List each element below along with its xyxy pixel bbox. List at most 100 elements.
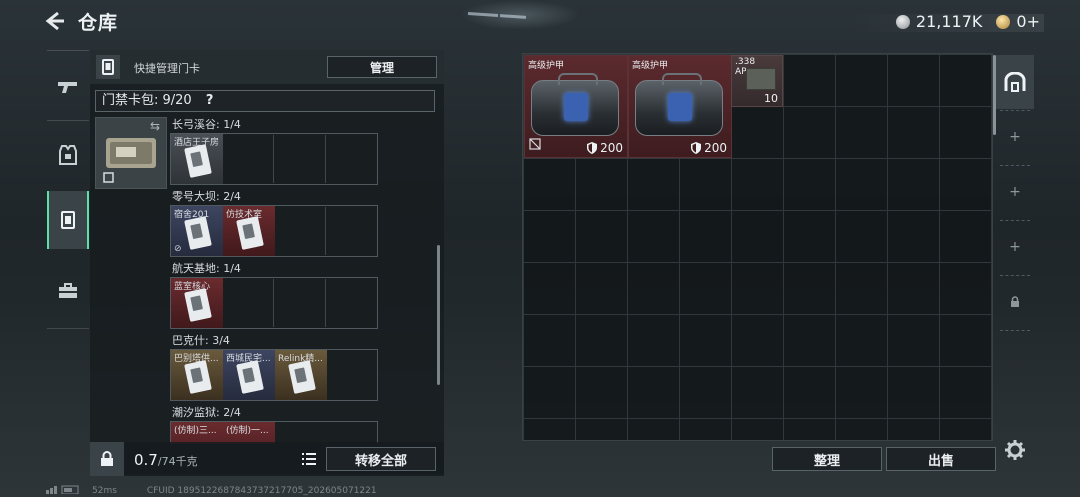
armor-bag-image [635, 73, 723, 136]
settings-button[interactable] [1004, 439, 1026, 461]
empty-slot[interactable] [223, 279, 274, 327]
group-label: 零号大坝: 2/4 [172, 190, 241, 203]
warehouse-icon [1004, 72, 1026, 92]
shield-icon [691, 142, 702, 154]
sort-button[interactable]: 整理 [772, 447, 882, 471]
tab-toolbox[interactable] [47, 262, 89, 320]
tab-weapons[interactable] [47, 58, 89, 116]
gun-icon [58, 82, 77, 93]
empty-slot[interactable] [327, 351, 378, 399]
back-arrow-icon[interactable] [44, 10, 66, 32]
currency-bar: 21,117K 0+ [895, 12, 1040, 31]
signal-icon [46, 485, 82, 497]
nav-divider [47, 328, 89, 329]
durability-value: 200 [704, 141, 727, 155]
ammo-box-image [746, 68, 776, 90]
silver-coin-value: 21,117K [915, 12, 983, 31]
storage-panel: 高级护甲 200 高级护甲 200 .338 AP 10 [522, 53, 993, 441]
empty-slot[interactable] [275, 279, 326, 327]
group-label: 长弓溪谷: 1/4 [172, 118, 241, 131]
keycard[interactable]: 蓝室核心 [171, 278, 223, 328]
keycard-list-scrollbar[interactable] [437, 245, 440, 385]
lock-icon [1011, 296, 1019, 307]
item-count: 10 [764, 92, 778, 105]
transfer-all-button[interactable]: 转移全部 [326, 447, 436, 471]
empty-slot[interactable] [327, 207, 378, 255]
storage-tabs: + + + [996, 53, 1036, 333]
keybag-capacity-label: 门禁卡包: 9/20 [102, 93, 192, 108]
add-warehouse-button[interactable]: + [996, 165, 1034, 219]
keycard[interactable]: 巴别塔供... [171, 350, 223, 400]
swap-icon[interactable]: ⇆ [150, 119, 160, 133]
user-id: CFUID 1895122687843737217705_20260507122… [146, 486, 377, 496]
add-warehouse-button[interactable]: + [996, 220, 1034, 274]
shield-icon [587, 142, 598, 154]
list-view-button[interactable] [297, 447, 321, 471]
keycard[interactable]: 宿舍201 ⊘ [171, 206, 223, 256]
nav-divider [47, 50, 89, 51]
plus-icon: + [1009, 239, 1021, 255]
keycard-image [184, 216, 212, 250]
keycard-image [184, 288, 212, 322]
keycard-group: 宿舍201 ⊘ 仿技术室 [170, 205, 378, 257]
gold-coin-icon [996, 14, 1011, 29]
keycard-image [236, 216, 264, 250]
keycard-image [184, 360, 212, 394]
keycard-image [288, 360, 316, 394]
tab-keycards[interactable] [47, 191, 89, 249]
add-warehouse-button[interactable]: + [996, 110, 1034, 164]
silver-coin-icon [895, 14, 910, 29]
vest-icon [59, 145, 77, 165]
keycard[interactable]: 仿技术室 [223, 206, 275, 256]
armor-bag-image [531, 73, 619, 136]
gear-icon [1005, 440, 1025, 460]
weight-value: 0.7 [134, 451, 158, 469]
lock-button[interactable] [90, 442, 124, 476]
durability: 200 [691, 141, 727, 155]
keycard-group: (仿制)三... (仿制)一... [170, 421, 378, 444]
keycard[interactable]: 西城民宅... [223, 350, 275, 400]
keycard-icon [61, 211, 75, 229]
keycard[interactable]: (仿制)一... [223, 422, 275, 444]
keycard-group: 酒店王子房 [170, 133, 378, 185]
keycard-group: 蓝室核心 [170, 277, 378, 329]
group-label: 潮汐监狱: 2/4 [172, 406, 241, 419]
keycard-image [236, 360, 264, 394]
keycard[interactable]: (仿制)三... [171, 422, 223, 444]
tab-warehouse[interactable] [996, 55, 1034, 109]
ammo-item[interactable]: .338 AP 10 [731, 55, 783, 107]
empty-slot[interactable] [327, 135, 378, 183]
weight-unit: /74千克 [157, 455, 198, 468]
keybag-capacity: 门禁卡包: 9/20 ? [95, 90, 435, 112]
gold-coin-value[interactable]: 0+ [1016, 12, 1040, 31]
ping-value: 52ms [92, 486, 117, 496]
plus-icon: + [1009, 129, 1021, 145]
keycard-panel-footer: 0.7/74千克 转移全部 [90, 442, 444, 476]
page-title: 仓库 [78, 12, 119, 34]
tab-armor[interactable] [47, 126, 89, 184]
help-icon[interactable]: ? [206, 93, 214, 108]
toolbox-icon [59, 283, 77, 298]
not-insured-icon [529, 135, 541, 154]
keycard-group: 巴别塔供... 西城民宅... Relink精... [170, 349, 378, 401]
keycard[interactable]: Relink精... [275, 350, 327, 400]
empty-slot[interactable] [275, 207, 326, 255]
manage-button[interactable]: 管理 [327, 56, 437, 78]
quick-manage-label: 快捷管理门卡 [134, 62, 200, 75]
armor-item[interactable]: 高级护甲 200 [628, 55, 732, 158]
empty-slot[interactable] [327, 279, 378, 327]
nav-divider [47, 120, 89, 121]
keycard-icon [96, 55, 120, 79]
sell-button[interactable]: 出售 [886, 447, 996, 471]
armor-item[interactable]: 高级护甲 200 [524, 55, 628, 158]
list-icon [302, 453, 316, 465]
locked-warehouse-button[interactable] [996, 275, 1034, 329]
item-name: 高级护甲 [528, 61, 565, 71]
durability-value: 200 [600, 141, 623, 155]
keycard[interactable]: 酒店王子房 [171, 134, 223, 184]
empty-slot[interactable] [223, 135, 274, 183]
keycard-list[interactable]: 长弓溪谷: 1/4 酒店王子房 零号大坝: 2/4 宿舍201 ⊘ 仿技术室 航… [170, 114, 440, 444]
empty-slot[interactable] [275, 135, 326, 183]
item-name: 高级护甲 [632, 61, 669, 71]
plus-icon: + [1009, 184, 1021, 200]
